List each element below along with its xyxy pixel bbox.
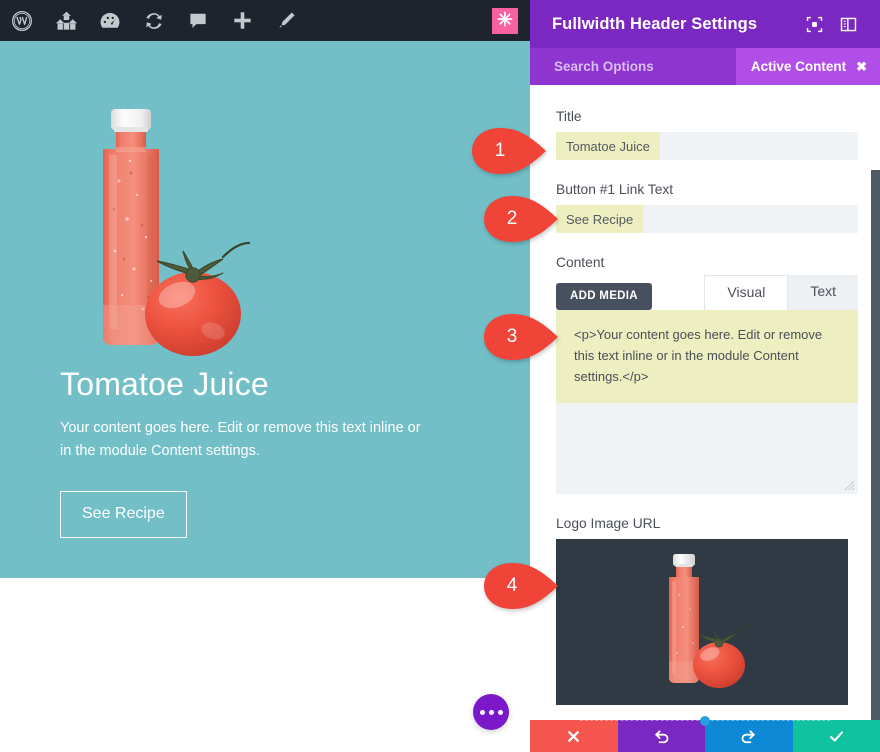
callout-number: 3 <box>506 326 518 347</box>
callout-number: 4 <box>506 575 518 596</box>
module-settings-panel: Fullwidth Header Settings Search Options <box>530 0 880 752</box>
tab-visual[interactable]: Visual <box>704 275 789 310</box>
hero-description: Your content goes here. Edit or remove t… <box>60 419 421 460</box>
divi-builder-screen: ✳ Tomatoe Juice Your content goes here. … <box>0 0 880 752</box>
dot-icon <box>488 709 494 715</box>
settings-search-bar: Search Options Active Content ✖ <box>530 48 880 85</box>
comments-bubble-icon[interactable] <box>176 0 220 41</box>
add-media-button[interactable]: ADD MEDIA <box>556 282 652 310</box>
hero-cta-button[interactable]: See Recipe <box>60 490 187 538</box>
panel-layout-icon[interactable] <box>834 10 862 38</box>
wordpress-admin-bar: ✳ <box>0 0 530 41</box>
dot-icon <box>479 709 485 715</box>
updates-refresh-icon[interactable] <box>132 0 176 41</box>
callout-marker-2: 2 <box>484 196 558 242</box>
field-title: Title Tomatoe Juice <box>556 109 858 160</box>
hero-text-block: Tomatoe Juice Your content goes here. Ed… <box>60 366 460 538</box>
field-title-label: Title <box>556 109 582 124</box>
field-content-label: Content <box>556 255 605 270</box>
settings-panel-scrollbar[interactable] <box>871 170 880 720</box>
close-icon[interactable]: ✖ <box>856 60 867 73</box>
footer-drag-handle[interactable] <box>700 716 710 726</box>
field-button-link-text: Button #1 Link Text See Recipe <box>556 182 858 233</box>
site-home-icon[interactable] <box>44 0 88 41</box>
content-textarea-value: <p>Your content goes here. Edit or remov… <box>556 310 858 404</box>
search-options-input[interactable]: Search Options <box>554 59 736 74</box>
active-content-filter-badge[interactable]: Active Content ✖ <box>735 48 880 85</box>
preview-below-fold <box>0 578 530 752</box>
settings-panel-footer <box>530 716 880 752</box>
callout-number: 1 <box>494 140 506 161</box>
button-link-text-input[interactable]: See Recipe <box>556 205 858 233</box>
new-content-plus-icon[interactable] <box>220 0 264 41</box>
settings-panel-header: Fullwidth Header Settings <box>530 0 880 48</box>
content-editor-toolbar: ADD MEDIA Visual Text <box>556 275 858 310</box>
dashboard-gauge-icon[interactable] <box>88 0 132 41</box>
divi-star-icon[interactable]: ✳ <box>492 7 518 34</box>
title-input[interactable]: Tomatoe Juice <box>556 132 858 160</box>
cancel-button[interactable] <box>530 720 618 752</box>
resize-grip-icon[interactable] <box>844 480 855 491</box>
tab-text[interactable]: Text <box>788 275 858 310</box>
hero-product-image <box>85 99 265 369</box>
fullwidth-header-module[interactable]: Tomatoe Juice Your content goes here. Ed… <box>0 41 530 578</box>
hero-title: Tomatoe Juice <box>60 366 269 402</box>
save-button[interactable] <box>792 720 880 752</box>
wordpress-logo-icon[interactable] <box>0 0 44 41</box>
field-logo-image-url: Logo Image URL <box>556 516 858 705</box>
field-button-link-text-label: Button #1 Link Text <box>556 182 674 197</box>
dot-icon <box>497 709 503 715</box>
callout-number: 2 <box>506 208 518 229</box>
callout-marker-3: 3 <box>484 314 558 360</box>
button-link-text-value: See Recipe <box>556 205 644 233</box>
settings-panel-title: Fullwidth Header Settings <box>552 14 758 33</box>
active-content-label: Active Content <box>750 59 847 74</box>
focus-target-icon[interactable] <box>800 10 828 38</box>
field-content: Content ADD MEDIA Visual Text <p>Your co… <box>556 255 858 494</box>
content-textarea[interactable]: <p>Your content goes here. Edit or remov… <box>556 310 858 494</box>
logo-image-preview[interactable] <box>556 539 848 705</box>
editor-mode-tabs: Visual Text <box>704 275 858 310</box>
redo-button[interactable] <box>705 720 793 752</box>
page-preview-area: Tomatoe Juice Your content goes here. Ed… <box>0 41 530 752</box>
edit-pencil-icon[interactable] <box>264 0 308 41</box>
settings-panel-body: Title Tomatoe Juice Button #1 Link Text … <box>530 85 880 720</box>
field-logo-image-url-label: Logo Image URL <box>556 516 661 531</box>
title-input-value: Tomatoe Juice <box>556 132 660 160</box>
more-options-button[interactable] <box>473 694 509 730</box>
logo-thumbnail-image <box>669 554 752 688</box>
callout-marker-4: 4 <box>484 563 558 609</box>
callout-marker-1: 1 <box>472 128 546 174</box>
undo-button[interactable] <box>617 720 705 752</box>
